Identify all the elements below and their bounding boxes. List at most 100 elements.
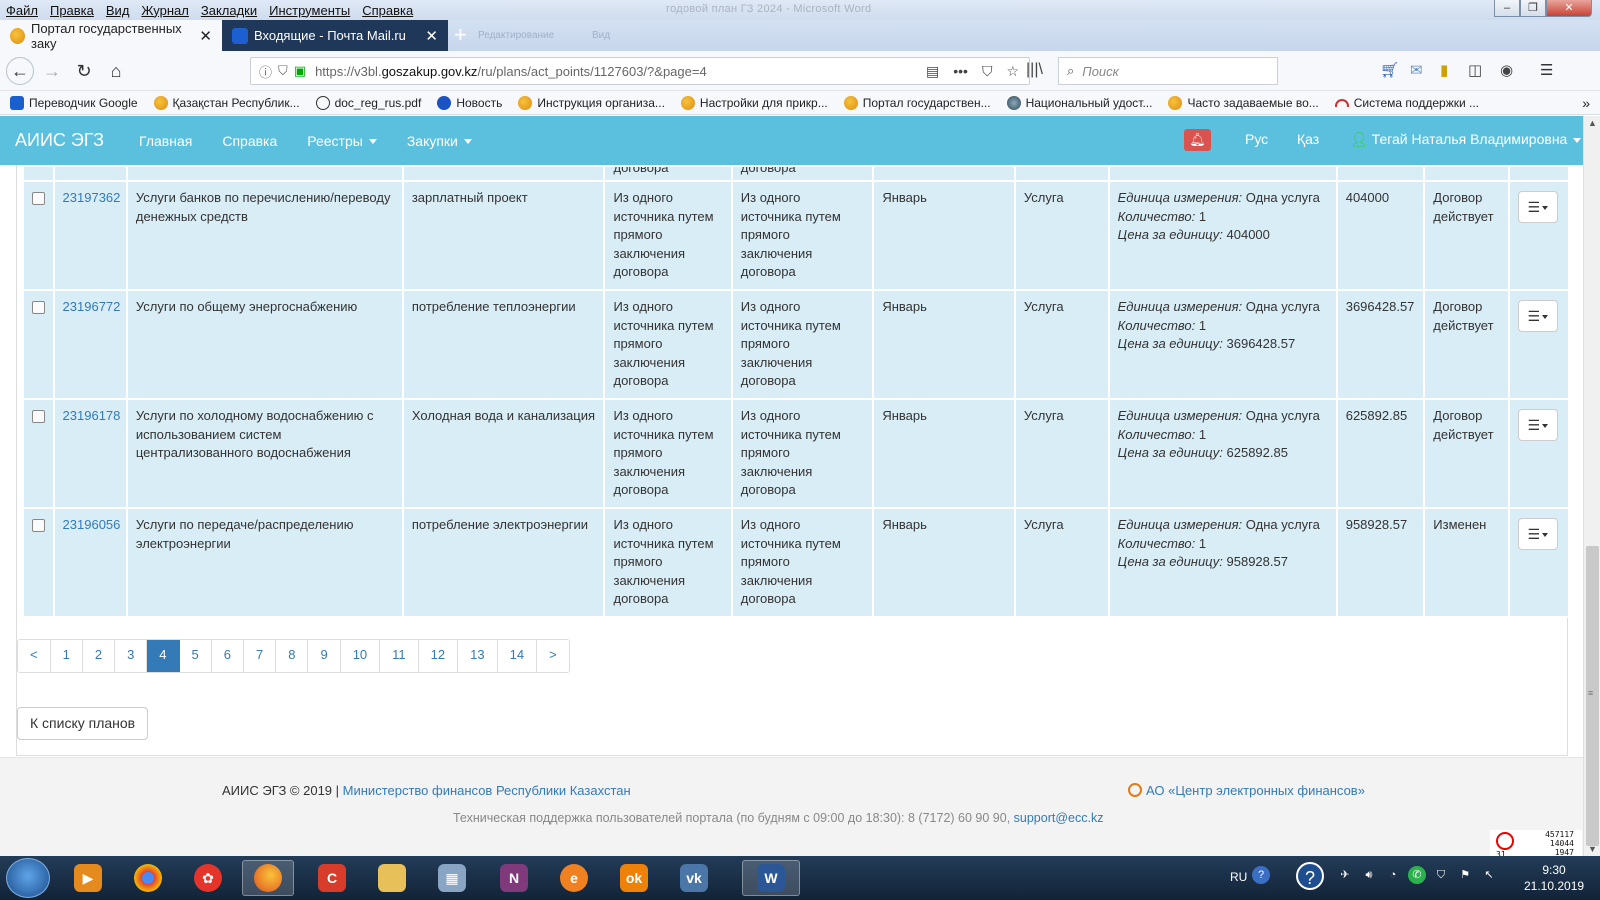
nav-purchases[interactable]: Закупки: [392, 133, 487, 149]
taskbar-media-player[interactable]: ▶: [62, 860, 114, 896]
row-actions-button[interactable]: ☰: [1517, 300, 1558, 332]
new-tab-icon[interactable]: +: [454, 22, 467, 48]
taskbar-chrome[interactable]: [122, 860, 174, 896]
bookmark-item[interactable]: Часто задаваемые во...: [1158, 95, 1324, 110]
start-button[interactable]: [6, 858, 50, 898]
scroll-up-arrow-icon[interactable]: ▲: [1588, 118, 1597, 128]
back-arrow-icon[interactable]: ←: [6, 57, 34, 85]
input-language[interactable]: RU: [1230, 870, 1247, 884]
row-actions-button[interactable]: ☰: [1517, 409, 1558, 441]
menu-hamburger-icon[interactable]: ☰: [1540, 61, 1553, 79]
close-window-button[interactable]: ✕: [1546, 0, 1592, 17]
row-checkbox[interactable]: [32, 410, 45, 423]
page-11[interactable]: 11: [380, 640, 419, 672]
page-7[interactable]: 7: [244, 640, 277, 672]
network-icon[interactable]: ◔: [1384, 866, 1402, 884]
page-scrollbar[interactable]: ▲ ≡ ▼: [1583, 116, 1600, 856]
extension-icon[interactable]: ▮: [1440, 61, 1448, 79]
tab-goszakup[interactable]: Портал государственных заку ✕: [0, 20, 222, 51]
bookmark-item[interactable]: doc_reg_rus.pdf: [306, 95, 428, 110]
reader-view-icon[interactable]: ▤: [926, 63, 939, 80]
menu-help[interactable]: Справка: [356, 3, 419, 18]
page-14[interactable]: 14: [497, 640, 538, 672]
notification-bell-icon[interactable]: 🔔︎: [1184, 129, 1211, 151]
menu-file[interactable]: Файл: [0, 3, 44, 18]
forward-arrow-icon[interactable]: →: [40, 59, 64, 83]
page-5[interactable]: 5: [179, 640, 212, 672]
row-actions-button[interactable]: ☰: [1517, 518, 1558, 550]
plan-id-link[interactable]: 23196178: [63, 408, 121, 423]
page-12[interactable]: 12: [418, 640, 459, 672]
bookmark-item[interactable]: Настройки для прикр...: [671, 95, 834, 110]
plan-id-link[interactable]: 23196056: [63, 517, 121, 532]
page-6[interactable]: 6: [211, 640, 244, 672]
nav-registries[interactable]: Реестры: [292, 133, 392, 149]
lang-kz-link[interactable]: Қаз: [1297, 131, 1319, 147]
plan-id-link[interactable]: 23197362: [63, 190, 121, 205]
row-checkbox[interactable]: [32, 192, 45, 205]
restore-button[interactable]: ❐: [1520, 0, 1546, 17]
account-icon[interactable]: ◉: [1500, 61, 1513, 79]
bookmark-item[interactable]: Новость: [427, 95, 508, 110]
page-4-current[interactable]: 4: [147, 640, 180, 672]
system-clock[interactable]: 9:30 21.10.2019: [1524, 862, 1584, 894]
menu-view[interactable]: Вид: [100, 3, 136, 18]
nav-home[interactable]: Главная: [124, 133, 207, 149]
brand-logo[interactable]: АИИС ЭГЗ: [15, 130, 104, 151]
pocket-icon[interactable]: ⛉: [982, 63, 993, 80]
page-1[interactable]: 1: [50, 640, 83, 672]
taskbar-odnoklassniki[interactable]: ok: [608, 860, 660, 896]
bookmark-item[interactable]: Система поддержки ...: [1325, 96, 1485, 110]
row-actions-button[interactable]: ☰: [1517, 191, 1558, 223]
bookmark-item[interactable]: Портал государствен...: [834, 95, 997, 110]
page-next[interactable]: >: [537, 640, 569, 672]
ministry-link[interactable]: Министерство финансов Республики Казахст…: [343, 783, 631, 798]
menu-edit[interactable]: Правка: [44, 3, 100, 18]
taskbar-vk[interactable]: vk: [668, 860, 720, 896]
page-13[interactable]: 13: [458, 640, 498, 672]
user-menu[interactable]: 👤︎ Тегай Наталья Владимировна: [1350, 131, 1582, 148]
reload-icon[interactable]: ↻: [72, 59, 96, 83]
page-10[interactable]: 10: [340, 640, 381, 672]
row-checkbox[interactable]: [32, 301, 45, 314]
help-big-icon[interactable]: ?: [1296, 862, 1324, 890]
search-input[interactable]: ⌕ Поиск: [1058, 57, 1278, 85]
plan-id-link[interactable]: 23196772: [63, 299, 121, 314]
close-tab-icon[interactable]: ✕: [199, 27, 212, 45]
info-icon[interactable]: ⓘ: [259, 62, 272, 81]
lang-ru-link[interactable]: Рус: [1245, 131, 1268, 147]
help-tray-icon[interactable]: ?: [1252, 866, 1270, 884]
page-9[interactable]: 9: [308, 640, 341, 672]
page-prev[interactable]: <: [18, 640, 51, 672]
home-icon[interactable]: ⌂: [104, 59, 128, 83]
whatsapp-icon[interactable]: ✆: [1408, 866, 1426, 884]
page-3[interactable]: 3: [115, 640, 148, 672]
support-email-link[interactable]: support@ecc.kz: [1014, 811, 1104, 825]
tab-mail[interactable]: Входящие - Почта Mail.ru ✕: [222, 20, 448, 51]
tray-app-icon[interactable]: ✈: [1336, 866, 1354, 884]
taskbar-word[interactable]: W: [742, 860, 800, 896]
library-icon[interactable]: |||\: [1026, 61, 1043, 79]
taskbar-onenote[interactable]: N: [488, 860, 540, 896]
taskbar-firefox[interactable]: [242, 860, 294, 896]
nav-help[interactable]: Справка: [207, 133, 292, 149]
close-tab-icon[interactable]: ✕: [425, 27, 438, 45]
page-8[interactable]: 8: [276, 640, 309, 672]
taskbar-ccleaner[interactable]: C: [306, 860, 358, 896]
address-bar[interactable]: ⓘ ⛉ ▣ https://v3bl.goszakup.gov.kz/ru/pl…: [250, 57, 1030, 85]
menu-bookmarks[interactable]: Закладки: [195, 3, 263, 18]
taskbar-calculator[interactable]: ▦: [426, 860, 478, 896]
sidebar-icon[interactable]: ◫: [1468, 61, 1482, 79]
bookmark-star-icon[interactable]: ☆: [1006, 63, 1019, 80]
taskbar-edge[interactable]: e: [548, 860, 600, 896]
row-checkbox[interactable]: [32, 519, 45, 532]
bookmark-item[interactable]: Национальный удост...: [997, 95, 1159, 110]
more-actions-icon[interactable]: •••: [953, 63, 968, 80]
mail-icon[interactable]: ✉: [1410, 61, 1423, 79]
bookmark-item[interactable]: Инструкция организа...: [508, 95, 671, 110]
shield-icon[interactable]: ⛉: [278, 63, 288, 79]
more-bookmarks-icon[interactable]: »: [1582, 95, 1600, 111]
page-2[interactable]: 2: [82, 640, 116, 672]
flag-icon[interactable]: ⚑: [1456, 866, 1474, 884]
bookmark-item[interactable]: Переводчик Google: [0, 95, 144, 110]
